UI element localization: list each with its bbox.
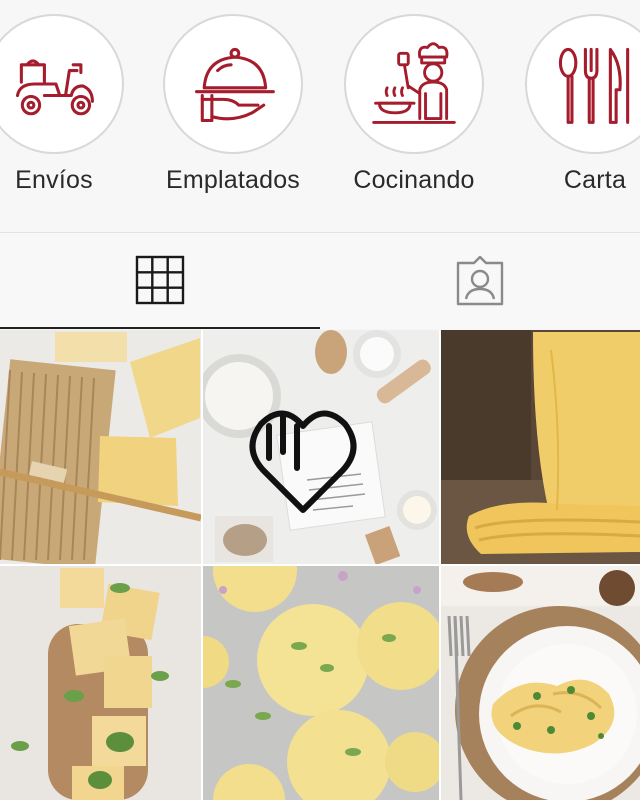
highlight-envios[interactable]: Envíos <box>0 14 124 214</box>
tagged-person-icon <box>456 255 504 306</box>
post-ravioli-plate[interactable] <box>441 566 640 800</box>
tab-grid[interactable] <box>0 233 320 329</box>
highlight-envios-ring[interactable] <box>0 14 124 154</box>
post-fresh-pasta-sheets[interactable] <box>0 330 201 564</box>
highlight-cocinando[interactable]: Cocinando <box>344 14 484 214</box>
highlight-label: Emplatados <box>165 166 301 194</box>
cutlery-icon <box>558 47 630 124</box>
profile-tabs <box>0 232 640 329</box>
post-image <box>203 566 439 800</box>
post-ravioli-on-board[interactable] <box>0 566 201 800</box>
chef-cooking-icon <box>372 42 456 124</box>
grid-icon <box>135 255 185 305</box>
highlight-emplatados[interactable]: Emplatados <box>163 14 303 214</box>
tab-tagged[interactable] <box>320 233 640 329</box>
post-image <box>0 566 201 800</box>
story-highlights: Envíos Emplatados Cocinando Carta <box>0 0 640 232</box>
post-folded-pasta-sheets[interactable] <box>441 330 640 564</box>
highlight-label: Envíos <box>15 166 93 194</box>
highlight-carta-ring[interactable] <box>525 14 640 154</box>
post-image <box>441 330 640 564</box>
highlight-label: Carta <box>563 166 627 194</box>
post-image <box>0 330 201 564</box>
highlight-carta[interactable]: Carta <box>525 14 640 214</box>
highlight-emplatados-ring[interactable] <box>163 14 303 154</box>
post-image <box>203 330 439 564</box>
post-round-ravioli[interactable] <box>203 566 439 800</box>
serving-cloche-icon <box>194 47 275 123</box>
scooter-icon <box>15 59 94 116</box>
post-image <box>441 566 640 800</box>
post-flour-and-recipe[interactable] <box>203 330 439 564</box>
highlight-label: Cocinando <box>353 166 475 194</box>
post-grid <box>0 330 640 800</box>
highlight-cocinando-ring[interactable] <box>344 14 484 154</box>
